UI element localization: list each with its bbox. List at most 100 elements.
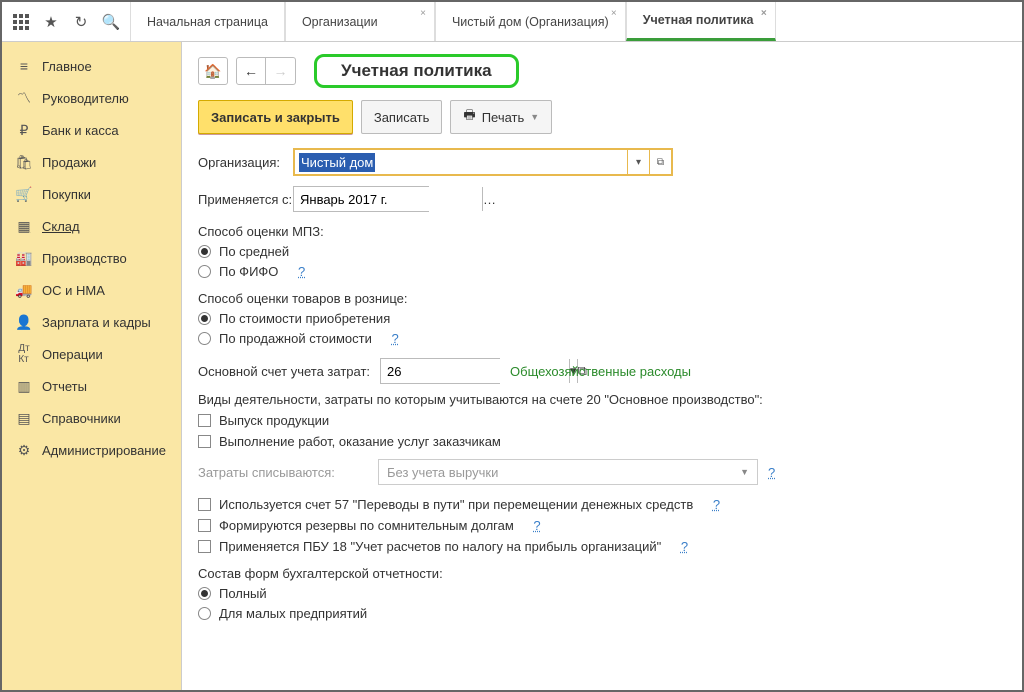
sidebar-label: Главное — [42, 59, 92, 74]
check-release[interactable]: Выпуск продукции — [198, 413, 1006, 428]
history-icon[interactable]: ↻ — [68, 9, 94, 35]
gear-icon: ⚙ — [16, 442, 32, 458]
save-close-button[interactable]: Записать и закрыть — [198, 100, 353, 134]
grid-icon: ▦ — [16, 218, 32, 234]
date-picker-button[interactable]: … — [482, 187, 496, 211]
sidebar-item-hr[interactable]: 👤Зарплата и кадры — [2, 306, 181, 338]
help-icon[interactable]: ? — [768, 465, 775, 480]
print-label: Печать — [482, 110, 525, 125]
sidebar-item-bank[interactable]: ₽ Банк и касса — [2, 114, 181, 146]
radio-label: По продажной стоимости — [219, 331, 372, 346]
close-icon[interactable]: × — [420, 8, 426, 19]
check-label: Выпуск продукции — [219, 413, 329, 428]
acc-label: Основной счет учета затрат: — [198, 364, 370, 379]
bars-icon: ▥ — [16, 378, 32, 394]
sidebar-item-manager[interactable]: 〽Руководителю — [2, 82, 181, 114]
help-icon[interactable]: ? — [392, 331, 399, 346]
search-icon[interactable]: 🔍 — [98, 9, 124, 35]
tab-home[interactable]: Начальная страница — [130, 2, 285, 41]
org-label: Организация: — [198, 155, 293, 170]
sidebar-item-admin[interactable]: ⚙ Администрирование — [2, 434, 181, 466]
sidebar-label: Отчеты — [42, 379, 87, 394]
writeoff-label: Затраты списываются: — [198, 465, 368, 480]
truck-icon: 🚚 — [16, 282, 32, 298]
check-pbu18[interactable]: Применяется ПБУ 18 "Учет расчетов по нал… — [198, 539, 1006, 554]
checkbox-icon — [198, 435, 211, 448]
sidebar-label: Операции — [42, 347, 103, 362]
check-acc57[interactable]: Используется счет 57 "Переводы в пути" п… — [198, 497, 1006, 512]
forward-button[interactable]: → — [266, 57, 296, 85]
tab-label: Чистый дом (Организация) — [452, 15, 609, 29]
radio-report-small[interactable]: Для малых предприятий — [198, 606, 1006, 621]
tab-organizations[interactable]: Организации × — [285, 2, 435, 41]
printer-icon: 🖶 — [463, 106, 475, 128]
radio-report-full[interactable]: Полный — [198, 586, 1006, 601]
sidebar-item-sales[interactable]: 🛍Продажи — [2, 146, 181, 178]
radio-icon — [198, 607, 211, 620]
help-icon[interactable]: ? — [681, 539, 688, 554]
check-reserve[interactable]: Формируются резервы по сомнительным долг… — [198, 518, 1006, 533]
sidebar-item-production[interactable]: 🏭 Производство — [2, 242, 181, 274]
account-input[interactable]: ▾⧉ — [380, 358, 500, 384]
tab-clean-house[interactable]: Чистый дом (Организация)× — [435, 2, 626, 41]
ruble-icon: ₽ — [16, 122, 32, 138]
dropdown-button[interactable]: ▾ — [627, 150, 649, 174]
sidebar-label: Производство — [42, 251, 127, 266]
date-value[interactable] — [294, 187, 482, 211]
org-value: Чистый дом — [299, 153, 375, 172]
mpz-label: Способ оценки МПЗ: — [198, 224, 1006, 239]
tab-label: Организации — [302, 15, 378, 29]
apps-icon[interactable] — [8, 9, 34, 35]
help-icon[interactable]: ? — [533, 518, 540, 533]
radio-retail-cost[interactable]: По стоимости приобретения — [198, 311, 1006, 326]
check-works[interactable]: Выполнение работ, оказание услуг заказчи… — [198, 434, 1006, 449]
tab-label: Начальная страница — [147, 15, 268, 29]
sidebar-item-purchases[interactable]: 🛒Покупки — [2, 178, 181, 210]
radio-label: Полный — [219, 586, 267, 601]
list-icon: ▤ — [16, 410, 32, 426]
sidebar-item-directories[interactable]: ▤Справочники — [2, 402, 181, 434]
check-label: Выполнение работ, оказание услуг заказчи… — [219, 434, 501, 449]
tab-accounting-policy[interactable]: Учетная политика × — [626, 2, 776, 41]
sidebar-item-operations[interactable]: ДтКтОперации — [2, 338, 181, 370]
print-button[interactable]: 🖶 Печать ▼ — [450, 100, 552, 134]
close-icon[interactable]: × — [761, 8, 767, 19]
sidebar-item-assets[interactable]: 🚚ОС и НМА — [2, 274, 181, 306]
radio-label: По ФИФО — [219, 264, 278, 279]
back-button[interactable]: ← — [236, 57, 266, 85]
factory-icon: 🏭 — [16, 250, 32, 266]
activity-label: Виды деятельности, затраты по которым уч… — [198, 392, 1006, 407]
radio-mpz-avg[interactable]: По средней — [198, 244, 1006, 259]
chart-icon: 〽 — [16, 90, 32, 106]
close-icon[interactable]: × — [611, 8, 617, 19]
radio-retail-sale[interactable]: По продажной стоимости ? — [198, 331, 1006, 346]
report-label: Состав форм бухгалтерской отчетности: — [198, 566, 1006, 581]
sidebar-label: Администрирование — [42, 443, 166, 458]
check-label: Применяется ПБУ 18 "Учет расчетов по нал… — [219, 539, 661, 554]
radio-icon — [198, 265, 211, 278]
tab-label: Учетная политика — [643, 13, 754, 27]
org-select[interactable]: Чистый дом ▾ ⧉ — [293, 148, 673, 176]
star-icon[interactable]: ★ — [38, 9, 64, 35]
sidebar-item-reports[interactable]: ▥ Отчеты — [2, 370, 181, 402]
radio-label: Для малых предприятий — [219, 606, 367, 621]
writeoff-select: Без учета выручки▼ — [378, 459, 758, 485]
save-button[interactable]: Записать — [361, 100, 443, 134]
help-icon[interactable]: ? — [713, 497, 720, 512]
chevron-down-icon: ▼ — [530, 112, 539, 122]
checkbox-icon — [198, 540, 211, 553]
radio-mpz-fifo[interactable]: По ФИФО ? — [198, 264, 1006, 279]
date-input[interactable]: … — [293, 186, 429, 212]
date-label: Применяется с: — [198, 192, 293, 207]
open-button[interactable]: ⧉ — [649, 150, 671, 174]
retail-label: Способ оценки товаров в рознице: — [198, 291, 1006, 306]
sidebar-item-stock[interactable]: ▦Склад — [2, 210, 181, 242]
checkbox-icon — [198, 498, 211, 511]
sidebar-label: Банк и касса — [42, 123, 119, 138]
sidebar-item-main[interactable]: ≡ Главное — [2, 50, 181, 82]
home-button[interactable]: 🏠 — [198, 57, 228, 85]
menu-icon: ≡ — [16, 58, 32, 74]
check-label: Используется счет 57 "Переводы в пути" п… — [219, 497, 693, 512]
help-icon[interactable]: ? — [298, 264, 305, 279]
account-link[interactable]: Общехозяйственные расходы — [510, 364, 691, 379]
